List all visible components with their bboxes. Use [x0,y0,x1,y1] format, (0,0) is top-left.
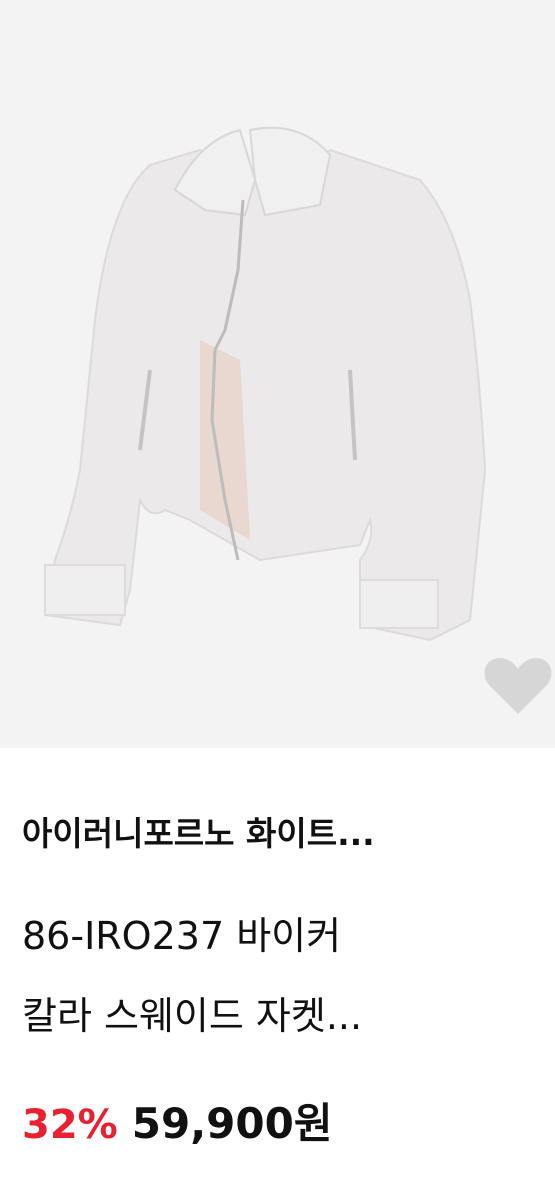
product-brand-title[interactable]: 아이러니포르노 화이트... [22,812,542,856]
product-card[interactable]: 아이러니포르노 화이트... 86-IRO237 바이커 칼라 스웨이드 자켓.… [0,0,555,1200]
sale-price: 59,900원 [131,1099,333,1148]
product-image[interactable] [0,0,555,748]
product-description-line1[interactable]: 86-IRO237 바이커 [22,912,552,960]
heart-icon[interactable] [482,654,554,716]
product-description-line2[interactable]: 칼라 스웨이드 자켓... [22,992,552,1040]
discount-rate: 32% [22,1102,118,1148]
price-row: 32% 59,900원 [22,1094,332,1163]
jacket-photo [43,126,487,642]
